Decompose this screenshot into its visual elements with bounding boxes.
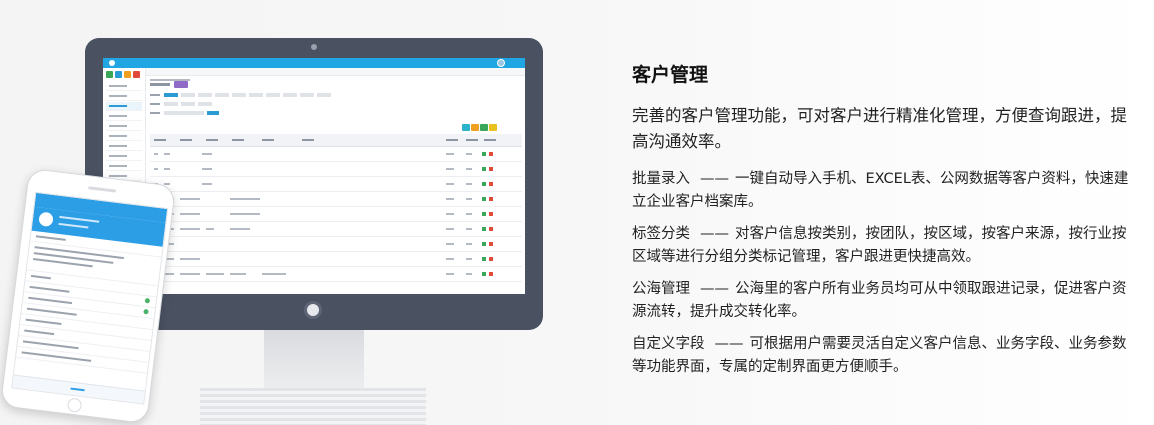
table-row	[150, 177, 522, 192]
feature-dash: ——	[700, 171, 729, 187]
avatar	[497, 59, 505, 67]
shortcut-icon	[106, 71, 113, 78]
table-row	[150, 252, 522, 267]
sidebar-item	[106, 152, 142, 161]
shortcut-icon	[133, 71, 140, 78]
feature-dash: ——	[714, 336, 744, 352]
sidebar-item	[106, 142, 142, 151]
phone-speaker	[88, 186, 117, 193]
phone-body	[0, 167, 177, 425]
table-row	[150, 192, 522, 207]
table-row	[150, 207, 522, 222]
feature-batch-import: 批量录入 —— 一键自动导入手机、EXCEL表、公网数据等客户资料，快速建立企业客户…	[632, 168, 1132, 214]
table-row	[150, 237, 522, 252]
filter-row	[150, 92, 521, 99]
monitor-stand	[200, 388, 426, 425]
app-main	[146, 68, 525, 294]
phone-icon	[0, 167, 177, 425]
feature-name: 自定义字段	[632, 336, 705, 352]
call-icon	[144, 297, 151, 304]
power-button-icon	[307, 304, 319, 316]
section-title: 客户管理	[632, 64, 709, 86]
avatar	[38, 211, 54, 228]
sidebar-item-active	[106, 102, 142, 111]
feature-public-pool: 公海管理 —— 公海里的客户所有业务员均可从中领取跟进记录，促进客户资源流转，提升成…	[632, 278, 1132, 324]
feature-description: 客户管理 完善的客户管理功能，可对客户进行精准化管理，方便查询跟进，提高沟通效率…	[632, 62, 1132, 388]
feature-dash: ——	[700, 226, 729, 242]
table-row	[150, 162, 522, 177]
table-row	[150, 222, 522, 237]
feature-name: 批量录入	[632, 171, 690, 187]
filter-row	[150, 101, 521, 108]
feature-custom-fields: 自定义字段 —— 可根据用户需要灵活自定义客户信息、业务字段、业务参数等功能界面，专…	[632, 333, 1132, 379]
sidebar-item	[106, 162, 142, 171]
table-header	[150, 134, 522, 147]
sidebar-item	[106, 92, 142, 101]
feature-desc: 可根据用户需要灵活自定义客户信息、业务字段、业务参数等功能界面，专属的定制界面更…	[632, 336, 1127, 375]
feature-name: 标签分类	[632, 226, 690, 242]
table-actions	[462, 124, 497, 131]
breadcrumb	[146, 68, 525, 81]
feature-dash: ——	[700, 281, 729, 297]
phone-screen	[11, 191, 169, 405]
section-lead: 完善的客户管理功能，可对客户进行精准化管理，方便查询跟进，提高沟通效率。	[632, 106, 1127, 151]
sidebar-item	[106, 132, 142, 141]
customer-table	[150, 134, 522, 282]
feature-tag-classification: 标签分类 —— 对客户信息按类别，按团队，按区域，按客户来源，按行业按区域等进行分组…	[632, 223, 1132, 269]
sidebar-item	[106, 82, 142, 91]
app-logo-icon	[109, 60, 115, 66]
feature-name: 公海管理	[632, 281, 690, 297]
camera-dot	[311, 44, 317, 50]
app-top-bar	[103, 58, 525, 68]
call-icon	[143, 308, 149, 315]
shortcut-icon	[115, 71, 122, 78]
monitor-neck	[264, 330, 364, 390]
table-row	[150, 267, 522, 282]
shortcut-icon	[124, 71, 131, 78]
sidebar-item	[106, 112, 142, 121]
phone-home-button	[66, 397, 83, 413]
sidebar-item	[106, 122, 142, 131]
search-row	[150, 110, 521, 117]
table-row	[150, 147, 522, 162]
sidebar-shortcuts	[103, 68, 145, 81]
page-heading	[150, 80, 521, 90]
